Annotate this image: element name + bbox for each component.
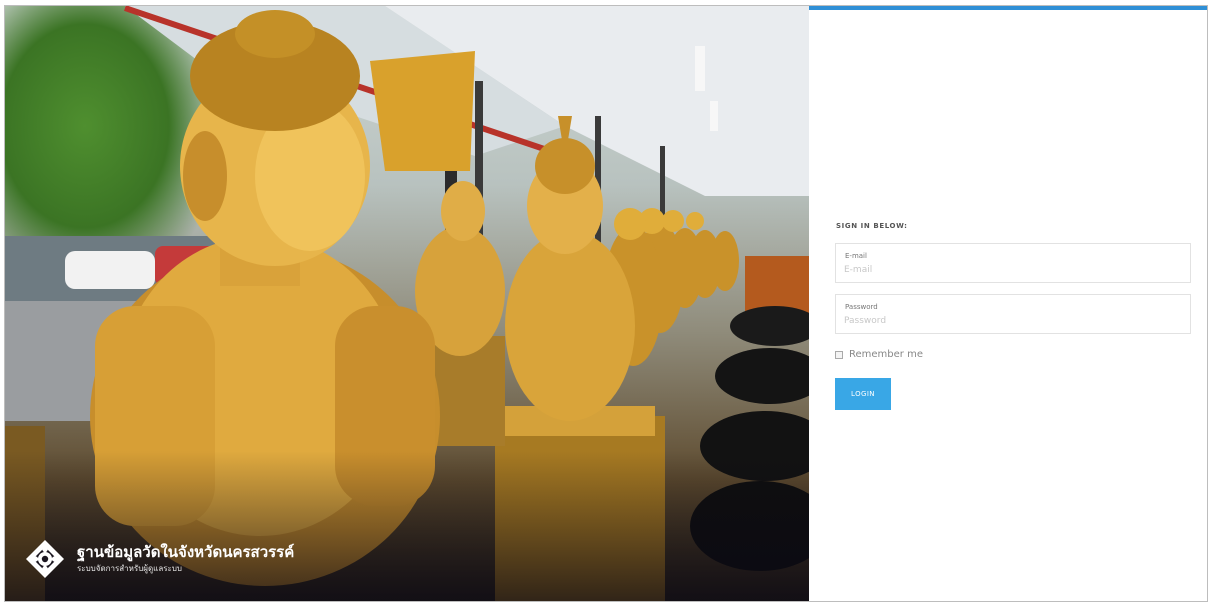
email-label: E-mail bbox=[845, 252, 867, 260]
password-input[interactable] bbox=[844, 314, 1174, 328]
login-page: ฐานข้อมูลวัดในจังหวัดนครสวรรค์ ระบบจัดกา… bbox=[4, 5, 1208, 602]
remember-me-checkbox[interactable] bbox=[835, 350, 843, 359]
remember-me-label: Remember me bbox=[849, 349, 923, 360]
email-input[interactable] bbox=[844, 263, 1174, 277]
brand-text: ฐานข้อมูลวัดในจังหวัดนครสวรรค์ ระบบจัดกา… bbox=[77, 543, 294, 575]
password-field[interactable]: Password bbox=[835, 294, 1191, 334]
remember-me-row[interactable]: Remember me bbox=[835, 349, 923, 360]
brand-title: ฐานข้อมูลวัดในจังหวัดนครสวรรค์ bbox=[77, 543, 295, 561]
accent-top-bar bbox=[809, 6, 1207, 10]
password-label: Password bbox=[845, 303, 878, 311]
brand-subtitle: ระบบจัดการสำหรับผู้ดูแลระบบ bbox=[77, 564, 182, 573]
login-panel: SIGN IN BELOW: E-mail Password Remember … bbox=[809, 6, 1207, 601]
email-field[interactable]: E-mail bbox=[835, 243, 1191, 283]
signin-heading: SIGN IN BELOW: bbox=[836, 222, 908, 230]
brand-block: ฐานข้อมูลวัดในจังหวัดนครสวรรค์ ระบบจัดกา… bbox=[25, 539, 294, 579]
hero-image-panel: ฐานข้อมูลวัดในจังหวัดนครสวรรค์ ระบบจัดกา… bbox=[5, 6, 809, 601]
lotus-diamond-logo-icon bbox=[25, 539, 65, 579]
login-button[interactable]: LOGIN bbox=[835, 378, 891, 410]
